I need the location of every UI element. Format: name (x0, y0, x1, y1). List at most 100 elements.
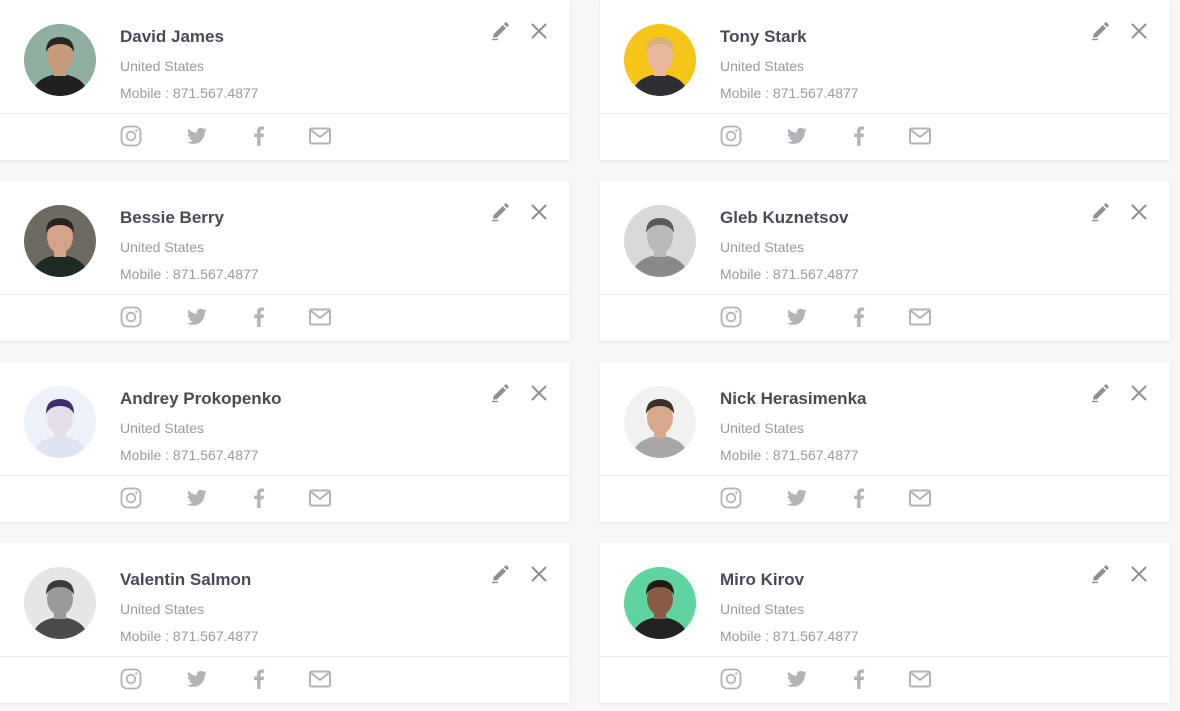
facebook-icon (854, 488, 865, 508)
email-link[interactable] (308, 305, 332, 329)
facebook-link[interactable] (247, 124, 271, 148)
instagram-link[interactable] (719, 486, 743, 510)
instagram-link[interactable] (119, 486, 143, 510)
twitter-link[interactable] (785, 124, 809, 148)
pencil-icon (1092, 565, 1109, 584)
edit-button[interactable] (1089, 563, 1111, 585)
edit-button[interactable] (489, 201, 511, 223)
divider (600, 656, 1170, 657)
edit-button[interactable] (489, 382, 511, 404)
email-link[interactable] (308, 124, 332, 148)
contact-mobile: Mobile : 871.567.4877 (720, 628, 859, 644)
instagram-link[interactable] (119, 305, 143, 329)
delete-button[interactable] (1128, 382, 1150, 404)
mail-icon (309, 127, 331, 145)
mail-icon (309, 489, 331, 507)
avatar (24, 24, 96, 96)
avatar (624, 567, 696, 639)
pencil-icon (1092, 22, 1109, 41)
divider (0, 475, 570, 476)
delete-button[interactable] (528, 20, 550, 42)
instagram-icon (120, 487, 142, 509)
mail-icon (309, 670, 331, 688)
contact-country: United States (120, 239, 205, 255)
instagram-link[interactable] (119, 124, 143, 148)
contact-name: Miro Kirov (720, 570, 805, 589)
instagram-link[interactable] (119, 667, 143, 691)
twitter-icon (186, 308, 207, 325)
avatar (24, 567, 96, 639)
instagram-icon (120, 668, 142, 690)
twitter-link[interactable] (185, 486, 209, 510)
contact-country: United States (720, 58, 805, 74)
instagram-icon (720, 487, 742, 509)
facebook-link[interactable] (247, 305, 271, 329)
edit-button[interactable] (1089, 201, 1111, 223)
email-link[interactable] (908, 124, 932, 148)
pencil-icon (492, 384, 509, 403)
instagram-link[interactable] (719, 305, 743, 329)
facebook-icon (854, 126, 865, 146)
email-link[interactable] (908, 486, 932, 510)
contact-name: Gleb Kuznetsov (720, 208, 849, 227)
contact-country: United States (120, 420, 205, 436)
facebook-link[interactable] (247, 486, 271, 510)
twitter-link[interactable] (785, 667, 809, 691)
facebook-link[interactable] (847, 486, 871, 510)
mail-icon (309, 308, 331, 326)
contact-mobile: Mobile : 871.567.4877 (720, 447, 859, 463)
edit-button[interactable] (489, 563, 511, 585)
delete-button[interactable] (1128, 201, 1150, 223)
instagram-link[interactable] (719, 667, 743, 691)
delete-button[interactable] (528, 382, 550, 404)
twitter-link[interactable] (185, 667, 209, 691)
close-icon (1131, 385, 1147, 401)
email-link[interactable] (308, 486, 332, 510)
contact-name: Tony Stark (720, 27, 807, 46)
twitter-icon (186, 489, 207, 506)
pencil-icon (1092, 384, 1109, 403)
twitter-link[interactable] (785, 486, 809, 510)
divider (0, 294, 570, 295)
edit-button[interactable] (1089, 20, 1111, 42)
contact-country: United States (720, 601, 805, 617)
avatar (624, 205, 696, 277)
facebook-icon (854, 307, 865, 327)
facebook-link[interactable] (847, 124, 871, 148)
delete-button[interactable] (528, 563, 550, 585)
email-link[interactable] (908, 667, 932, 691)
twitter-link[interactable] (185, 124, 209, 148)
delete-button[interactable] (528, 201, 550, 223)
facebook-link[interactable] (247, 667, 271, 691)
email-link[interactable] (908, 305, 932, 329)
contact-mobile: Mobile : 871.567.4877 (120, 266, 259, 282)
avatar (624, 24, 696, 96)
facebook-link[interactable] (847, 667, 871, 691)
email-link[interactable] (308, 667, 332, 691)
facebook-link[interactable] (847, 305, 871, 329)
twitter-link[interactable] (785, 305, 809, 329)
avatar-image (624, 567, 696, 639)
twitter-icon (186, 127, 207, 144)
close-icon (1131, 204, 1147, 220)
contact-name: Valentin Salmon (120, 570, 252, 589)
mail-icon (909, 308, 931, 326)
delete-button[interactable] (1128, 20, 1150, 42)
twitter-icon (786, 127, 807, 144)
facebook-icon (254, 488, 265, 508)
contact-name: Nick Herasimenka (720, 389, 867, 408)
avatar-image (624, 205, 696, 277)
contact-country: United States (120, 601, 205, 617)
divider (600, 113, 1170, 114)
instagram-link[interactable] (719, 124, 743, 148)
pencil-icon (492, 565, 509, 584)
contact-card: Miro Kirov United States Mobile : 871.56… (600, 543, 1170, 703)
edit-button[interactable] (489, 20, 511, 42)
contact-mobile: Mobile : 871.567.4877 (720, 266, 859, 282)
contact-card: Gleb Kuznetsov United States Mobile : 87… (600, 181, 1170, 341)
delete-button[interactable] (1128, 563, 1150, 585)
avatar (624, 386, 696, 458)
edit-button[interactable] (1089, 382, 1111, 404)
facebook-icon (254, 307, 265, 327)
twitter-link[interactable] (185, 305, 209, 329)
